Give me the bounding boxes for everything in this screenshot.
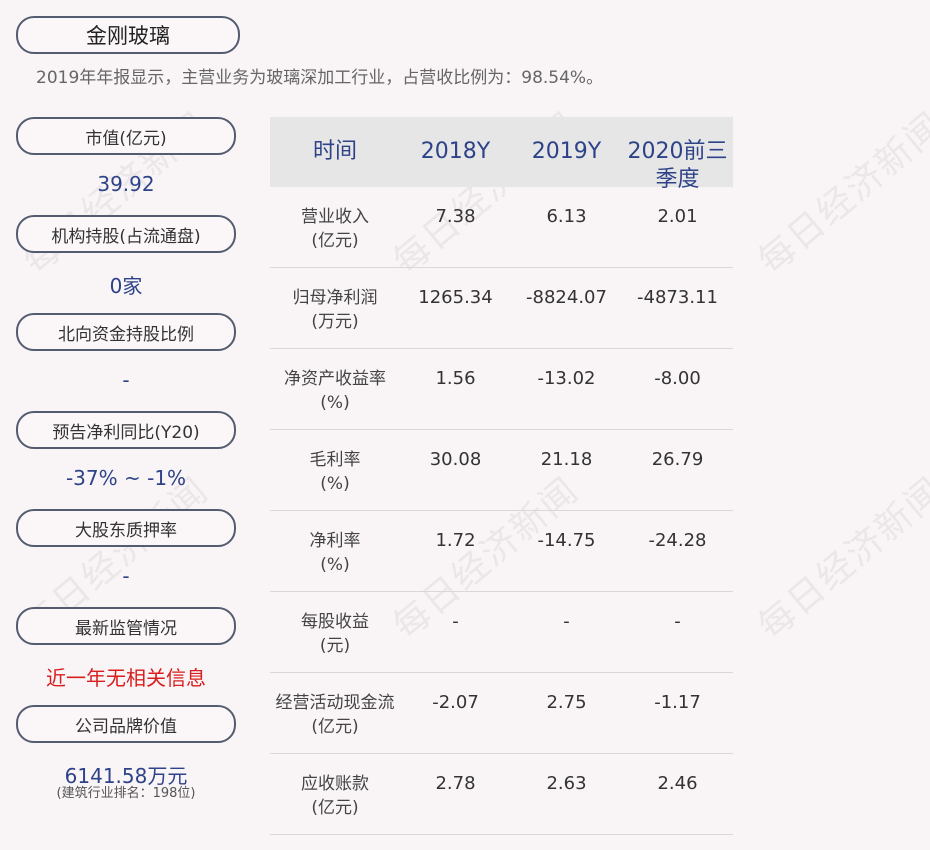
row-name: 归母净利润: [292, 288, 378, 308]
row-name: 经营活动现金流: [275, 693, 395, 713]
row-label: 净利率 (%): [270, 511, 400, 591]
table-cell: -8.00: [654, 368, 701, 389]
watermark: 每日经济新闻: [750, 469, 930, 648]
row-unit: (亿元): [311, 717, 359, 737]
row-label: 经营活动现金流 (亿元): [270, 673, 400, 753]
row-name: 应收账款: [301, 774, 369, 794]
row-name: 毛利率: [309, 450, 361, 470]
metric-label-regulatory-status: 最新监管情况: [16, 607, 236, 645]
metric-label-pledge-ratio: 大股东质押率: [16, 509, 236, 547]
table-cell: 1.72: [435, 530, 476, 551]
row-unit: (亿元): [311, 231, 359, 251]
table-row: 净资产收益率 (%) 1.56 -13.02 -8.00: [270, 349, 733, 430]
metric-label-institutional-holdings: 机构持股(占流通盘): [16, 215, 236, 253]
table-row: 应收账款 (亿元) 2.78 2.63 2.46: [270, 754, 733, 835]
row-name: 净利率: [309, 531, 361, 551]
table-cell: -13.02: [537, 368, 596, 389]
row-name: 净资产收益率: [284, 369, 386, 389]
metric-value-institutional-holdings: 0家: [109, 274, 143, 298]
main-business-summary: 2019年年报显示，主营业务为玻璃深加工行业，占营收比例为：98.54%。: [36, 68, 604, 88]
header-cell-2019y: 2019Y: [531, 139, 602, 164]
row-label: 毛利率 (%): [270, 430, 400, 510]
table-cell: 21.18: [540, 449, 593, 470]
row-label: 净资产收益率 (%): [270, 349, 400, 429]
watermark: 每日经济新闻: [750, 104, 930, 283]
table-cell: 1265.34: [418, 287, 493, 308]
table-cell: 2.01: [657, 206, 698, 227]
table-row: 归母净利润 (万元) 1265.34 -8824.07 -4873.11: [270, 268, 733, 349]
row-unit: (万元): [311, 312, 359, 332]
row-unit: (亿元): [311, 798, 359, 818]
table-cell: 1.56: [435, 368, 476, 389]
row-name: 营业收入: [301, 207, 369, 227]
metric-label-northbound-holdings: 北向资金持股比例: [16, 313, 236, 351]
metric-label-market-cap: 市值(亿元): [16, 117, 236, 155]
table-row: 毛利率 (%) 30.08 21.18 26.79: [270, 430, 733, 511]
metric-value-market-cap: 39.92: [97, 172, 155, 196]
table-cell: 7.38: [435, 206, 476, 227]
table-cell: -4873.11: [637, 287, 718, 308]
table-cell: 2.63: [546, 773, 587, 794]
table-cell: -24.28: [648, 530, 707, 551]
metric-label-brand-value: 公司品牌价值: [16, 705, 236, 743]
row-unit: (%): [320, 393, 350, 413]
metric-value-northbound-holdings: -: [122, 368, 130, 392]
header-cell-time: 时间: [312, 139, 357, 164]
table-cell: -: [452, 611, 459, 632]
financial-table: 时间 2018Y 2019Y 2020前三季度 营业收入 (亿元) 7.38 6.…: [270, 117, 733, 835]
header-cell-2018y: 2018Y: [420, 139, 491, 164]
company-title: 金刚玻璃: [16, 16, 240, 54]
table-row: 每股收益 (元) - - -: [270, 592, 733, 673]
row-label: 营业收入 (亿元): [270, 187, 400, 267]
table-row: 经营活动现金流 (亿元) -2.07 2.75 -1.17: [270, 673, 733, 754]
table-cell: 30.08: [429, 449, 482, 470]
row-label: 每股收益 (元): [270, 592, 400, 672]
table-cell: -8824.07: [526, 287, 607, 308]
table-row: 净利率 (%) 1.72 -14.75 -24.28: [270, 511, 733, 592]
row-unit: (%): [320, 474, 350, 494]
table-cell: 2.75: [546, 692, 587, 713]
table-cell: -: [674, 611, 681, 632]
row-name: 每股收益: [301, 612, 369, 632]
row-unit: (%): [320, 555, 350, 575]
table-cell: -2.07: [432, 692, 479, 713]
table-row: 营业收入 (亿元) 7.38 6.13 2.01: [270, 187, 733, 268]
header-cell-2020q3: 2020前三季度: [627, 139, 728, 192]
metric-label-profit-forecast: 预告净利同比(Y20): [16, 411, 236, 449]
metric-value-profit-forecast: -37% ~ -1%: [65, 466, 187, 490]
table-cell: -1.17: [654, 692, 701, 713]
table-cell: 26.79: [651, 449, 704, 470]
metric-sub-brand-rank: (建筑行业排名：198位): [56, 786, 196, 801]
table-cell: -: [563, 611, 570, 632]
row-label: 归母净利润 (万元): [270, 268, 400, 348]
table-cell: 2.46: [657, 773, 698, 794]
metric-value-regulatory-status: 近一年无相关信息: [46, 666, 206, 690]
metric-value-pledge-ratio: -: [122, 564, 130, 588]
table-cell: -14.75: [537, 530, 596, 551]
table-cell: 6.13: [546, 206, 587, 227]
page: 每日经济新闻 每日经济新闻 每日经济新闻 每日经济新闻 每日经济新闻 每日经济新…: [0, 0, 930, 850]
table-cell: 2.78: [435, 773, 476, 794]
row-unit: (元): [319, 636, 351, 656]
table-header: 时间 2018Y 2019Y 2020前三季度: [270, 117, 733, 192]
row-label: 应收账款 (亿元): [270, 754, 400, 834]
